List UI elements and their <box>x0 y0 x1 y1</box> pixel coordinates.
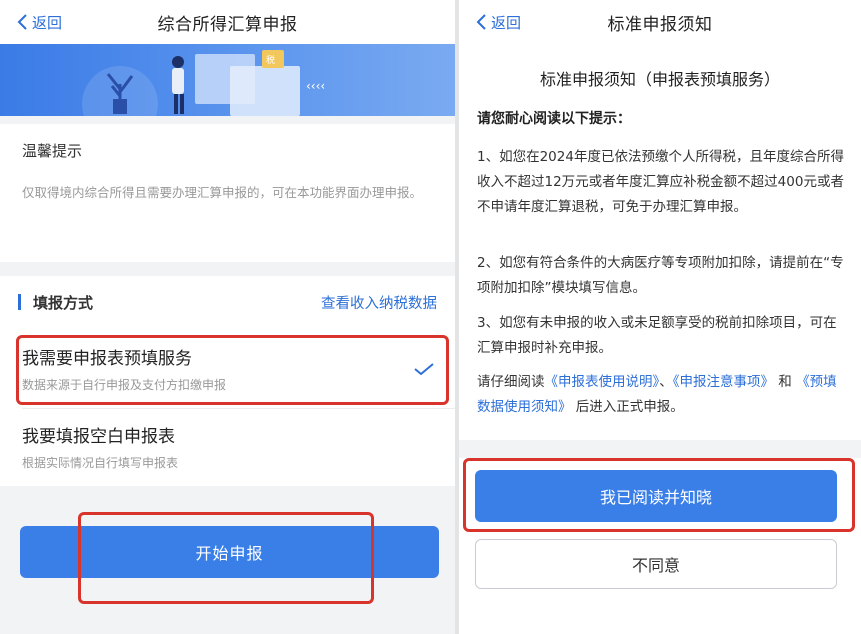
notice-lead: 请您耐心阅读以下提示： <box>477 111 631 127</box>
option-title: 我要填报空白申报表 <box>22 427 175 447</box>
option-subtitle: 根据实际情况自行填写申报表 <box>22 456 179 470</box>
nav-bar: 返回 综合所得汇算申报 <box>0 0 455 44</box>
notice-doc-title: 标准申报须知（申报表预填服务） <box>539 70 780 89</box>
declaration-notes-link[interactable]: 《申报注意事项》 <box>673 374 774 390</box>
banner-illustration: 税 ‹‹‹‹ <box>0 44 455 116</box>
svg-text:‹‹‹‹: ‹‹‹‹ <box>306 79 325 93</box>
closing-prefix: 请仔细阅读 <box>477 374 545 390</box>
left-screen: 返回 综合所得汇算申报 税 ‹‹‹‹ 温馨提示 仅取得境内综合所得且需要办理汇算… <box>0 0 455 634</box>
start-declaration-button[interactable]: 开始申报 <box>20 526 439 578</box>
back-button[interactable]: 返回 <box>16 0 62 44</box>
chevron-left-icon <box>17 14 27 30</box>
closing-and: 和 <box>778 374 792 390</box>
notice-title: 温馨提示 <box>22 142 83 160</box>
closing-suffix: 后进入正式申报。 <box>575 399 684 415</box>
fill-method-label-wrap: 填报方式 <box>18 292 93 313</box>
option-title: 我需要申报表预填服务 <box>22 349 192 369</box>
fill-method-header: 填报方式 查看收入纳税数据 <box>0 276 455 328</box>
back-label: 返回 <box>32 13 63 32</box>
agree-button[interactable]: 我已阅读并知晓 <box>475 470 837 522</box>
page-title: 标准申报须知 <box>607 14 713 35</box>
option-blank-form[interactable]: 我要填报空白申报表 根据实际情况自行填写申报表 <box>0 422 455 471</box>
chevron-left-icon <box>476 14 486 30</box>
notice-paragraph: 3、如您有未申报的收入或未足额享受的税前扣除项目，可在汇算申报时补充申报。 <box>477 315 837 356</box>
right-screen: 返回 标准申报须知 标准申报须知（申报表预填服务） 请您耐心阅读以下提示： 1、… <box>459 0 861 634</box>
usage-guide-link[interactable]: 《申报表使用说明》 <box>545 374 660 390</box>
section-bar <box>18 294 21 310</box>
check-icon <box>414 363 434 376</box>
view-tax-data-link[interactable]: 查看收入纳税数据 <box>321 292 437 313</box>
option-subtitle: 数据来源于自行申报及支付方扣缴申报 <box>22 378 227 392</box>
banner-art: 税 ‹‹‹‹ <box>82 50 325 116</box>
nav-bar: 返回 标准申报须知 <box>459 0 861 44</box>
section-separator <box>459 440 861 458</box>
back-label: 返回 <box>491 13 522 32</box>
closing-separator: 、 <box>659 374 673 390</box>
fill-method-card: 填报方式 查看收入纳税数据 我需要申报表预填服务 数据来源于自行申报及支付方扣缴… <box>0 276 455 486</box>
notice-card: 温馨提示 仅取得境内综合所得且需要办理汇算申报的，可在本功能界面办理申报。 <box>0 124 455 262</box>
page-title: 综合所得汇算申报 <box>157 14 298 35</box>
notice-paragraph: 1、如您在2024年度已依法预缴个人所得税，且年度综合所得收入不超过12万元或者… <box>477 149 844 215</box>
svg-text:税: 税 <box>266 54 275 66</box>
fill-method-label: 填报方式 <box>33 293 94 312</box>
disagree-button[interactable]: 不同意 <box>475 539 837 589</box>
notice-paragraph: 2、如您有符合条件的大病医疗等专项附加扣除，请提前在“专项附加扣除”模块填写信息… <box>477 255 844 296</box>
option-prefill-service[interactable]: 我需要申报表预填服务 数据来源于自行申报及支付方扣缴申报 <box>0 344 455 393</box>
divider <box>22 408 455 409</box>
closing-paragraph: 请仔细阅读《申报表使用说明》、《申报注意事项》 和 《预填数据使用须知》 后进入… <box>477 370 847 420</box>
back-button[interactable]: 返回 <box>475 0 521 44</box>
notice-body: 仅取得境内综合所得且需要办理汇算申报的，可在本功能界面办理申报。 <box>22 185 423 200</box>
